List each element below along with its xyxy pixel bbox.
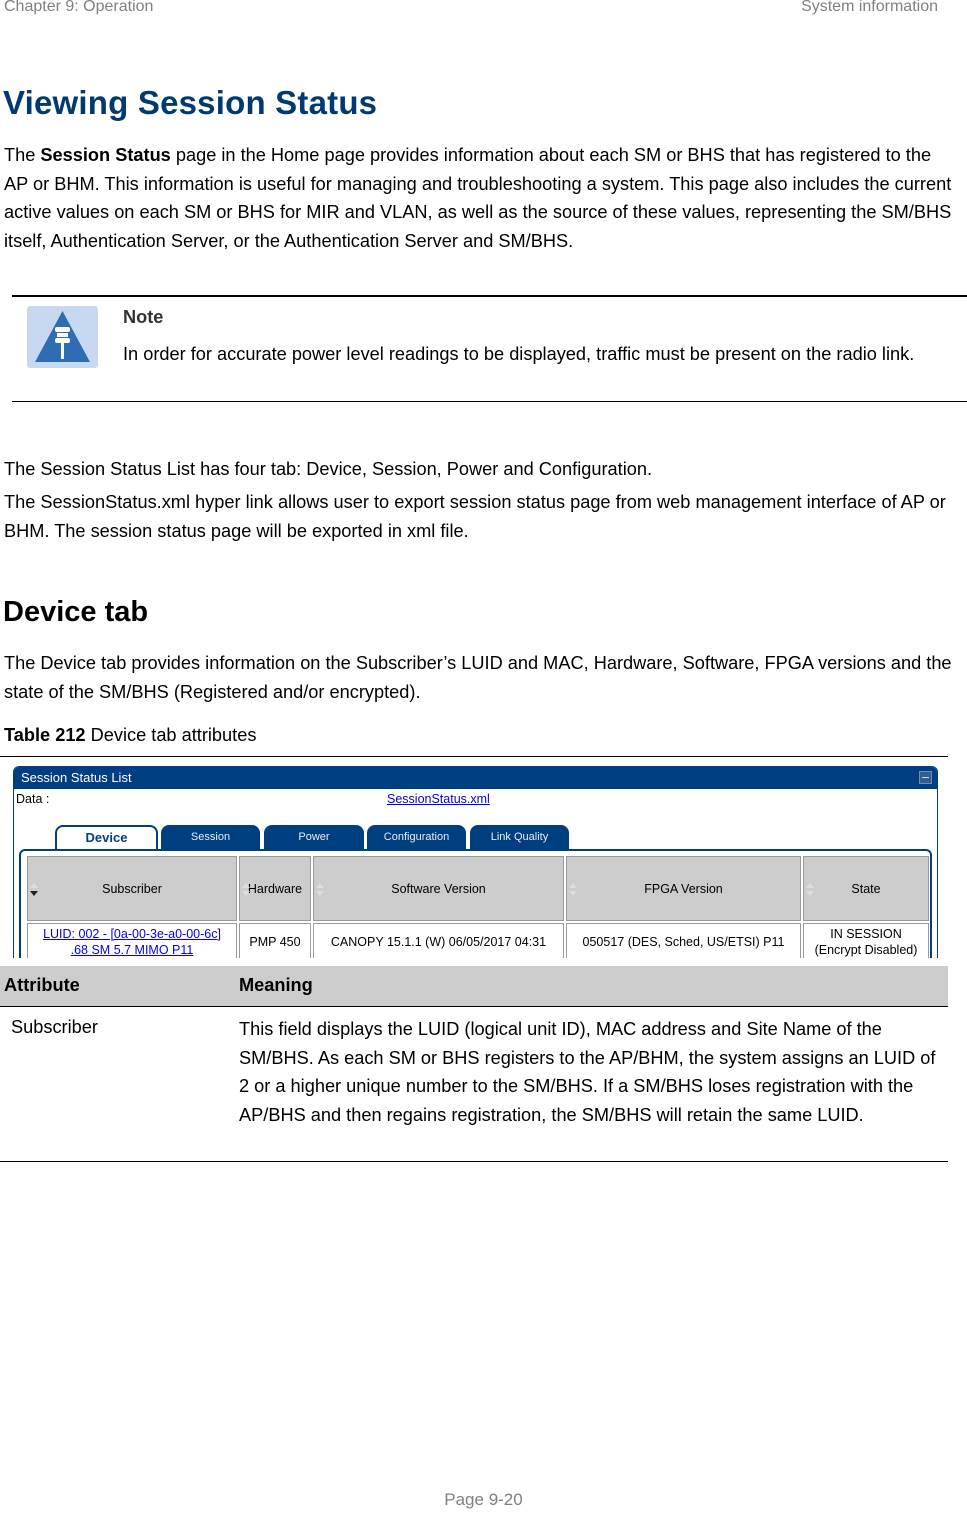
session-status-panel: Session Status List Data : SessionStatus… xyxy=(13,766,938,958)
hardware-cell: PMP 450 xyxy=(239,923,311,958)
caption-rule xyxy=(0,756,948,757)
chapter-header: Chapter 9: Operation xyxy=(4,0,154,15)
export-info-paragraph: The SessionStatus.xml hyper link allows … xyxy=(4,492,946,541)
col-software-version[interactable]: Software Version xyxy=(313,856,564,921)
device-tab-description: The Device tab provides information on t… xyxy=(4,653,952,702)
state-encryption: (Encrypt Disabled) xyxy=(814,943,918,957)
note-pin-icon xyxy=(27,306,98,368)
sort-icon[interactable] xyxy=(30,883,38,897)
subscriber-luid-mac: LUID: 002 - [0a-00-3e-a0-00-6c] xyxy=(43,927,221,941)
sort-icon[interactable] xyxy=(242,883,250,897)
tab-link-quality[interactable]: Link Quality xyxy=(470,825,569,849)
page-number: Page 9-20 xyxy=(444,1490,523,1509)
tab-session[interactable]: Session xyxy=(161,825,260,849)
section-heading-device-tab: Device tab xyxy=(3,596,149,628)
fpga-cell: 050517 (DES, Sched, US/ETSI) P11 xyxy=(566,923,801,958)
note-top-rule xyxy=(12,295,967,297)
col-hardware-label: Hardware xyxy=(247,881,303,896)
page-title: Viewing Session Status xyxy=(3,84,378,121)
sort-icon[interactable] xyxy=(316,883,324,897)
intro-paragraph: The Session Status page in the Home page… xyxy=(4,141,954,256)
header-meaning: Meaning xyxy=(239,975,313,995)
col-software-label: Software Version xyxy=(391,881,486,896)
panel-title: Session Status List xyxy=(14,767,937,789)
col-subscriber-label: Subscriber xyxy=(102,881,162,896)
session-status-screenshot: Session Status List Data : SessionStatus… xyxy=(13,766,938,958)
subscriber-link[interactable]: LUID: 002 - [0a-00-3e-a0-00-6c] .68 SM 5.… xyxy=(27,923,237,958)
attribute-name: Subscriber xyxy=(11,1017,98,1037)
sort-icon[interactable] xyxy=(569,883,577,897)
col-state-label: State xyxy=(851,881,881,896)
section-header: System information xyxy=(801,0,938,15)
tab-configuration[interactable]: Configuration xyxy=(367,825,466,849)
note-bottom-rule xyxy=(12,401,967,402)
table-bottom-rule xyxy=(0,1161,948,1162)
software-cell: CANOPY 15.1.1 (W) 06/05/2017 04:31 xyxy=(313,923,564,958)
col-state[interactable]: State xyxy=(803,856,929,921)
sort-icon[interactable] xyxy=(806,883,814,897)
col-subscriber[interactable]: Subscriber xyxy=(27,856,237,921)
data-label: Data : xyxy=(16,792,50,806)
session-status-table: Subscriber Hardware Software Version FPG… xyxy=(25,854,931,958)
minimize-icon[interactable] xyxy=(919,771,932,784)
col-hardware[interactable]: Hardware xyxy=(239,856,311,921)
intro-prefix: The xyxy=(4,145,41,165)
col-fpga-label: FPGA Version xyxy=(644,881,723,896)
table-caption-text: Device tab attributes xyxy=(85,725,257,745)
table-caption: Table 212 Device tab attributes xyxy=(4,725,256,746)
table-row: LUID: 002 - [0a-00-3e-a0-00-6c] .68 SM 5.… xyxy=(27,923,929,958)
subscriber-site-name: .68 SM 5.7 MIMO P11 xyxy=(70,943,194,957)
note-text: In order for accurate power level readin… xyxy=(123,344,915,364)
note-title: Note xyxy=(123,307,164,327)
col-fpga-version[interactable]: FPGA Version xyxy=(566,856,801,921)
state-cell: IN SESSION (Encrypt Disabled) xyxy=(803,923,929,958)
intro-bold-term: Session Status xyxy=(40,145,171,165)
tab-device[interactable]: Device xyxy=(55,825,158,849)
attribute-table-header xyxy=(0,966,948,1007)
attribute-meaning: This field displays the LUID (logical un… xyxy=(239,1019,936,1125)
tabs-info-paragraph: The Session Status List has four tab: De… xyxy=(4,459,653,479)
session-status-xml-link[interactable]: SessionStatus.xml xyxy=(387,792,490,806)
tab-power[interactable]: Power xyxy=(264,825,364,849)
header-attribute: Attribute xyxy=(4,975,80,995)
table-number: Table 212 xyxy=(4,725,86,745)
state-session: IN SESSION xyxy=(830,927,902,941)
